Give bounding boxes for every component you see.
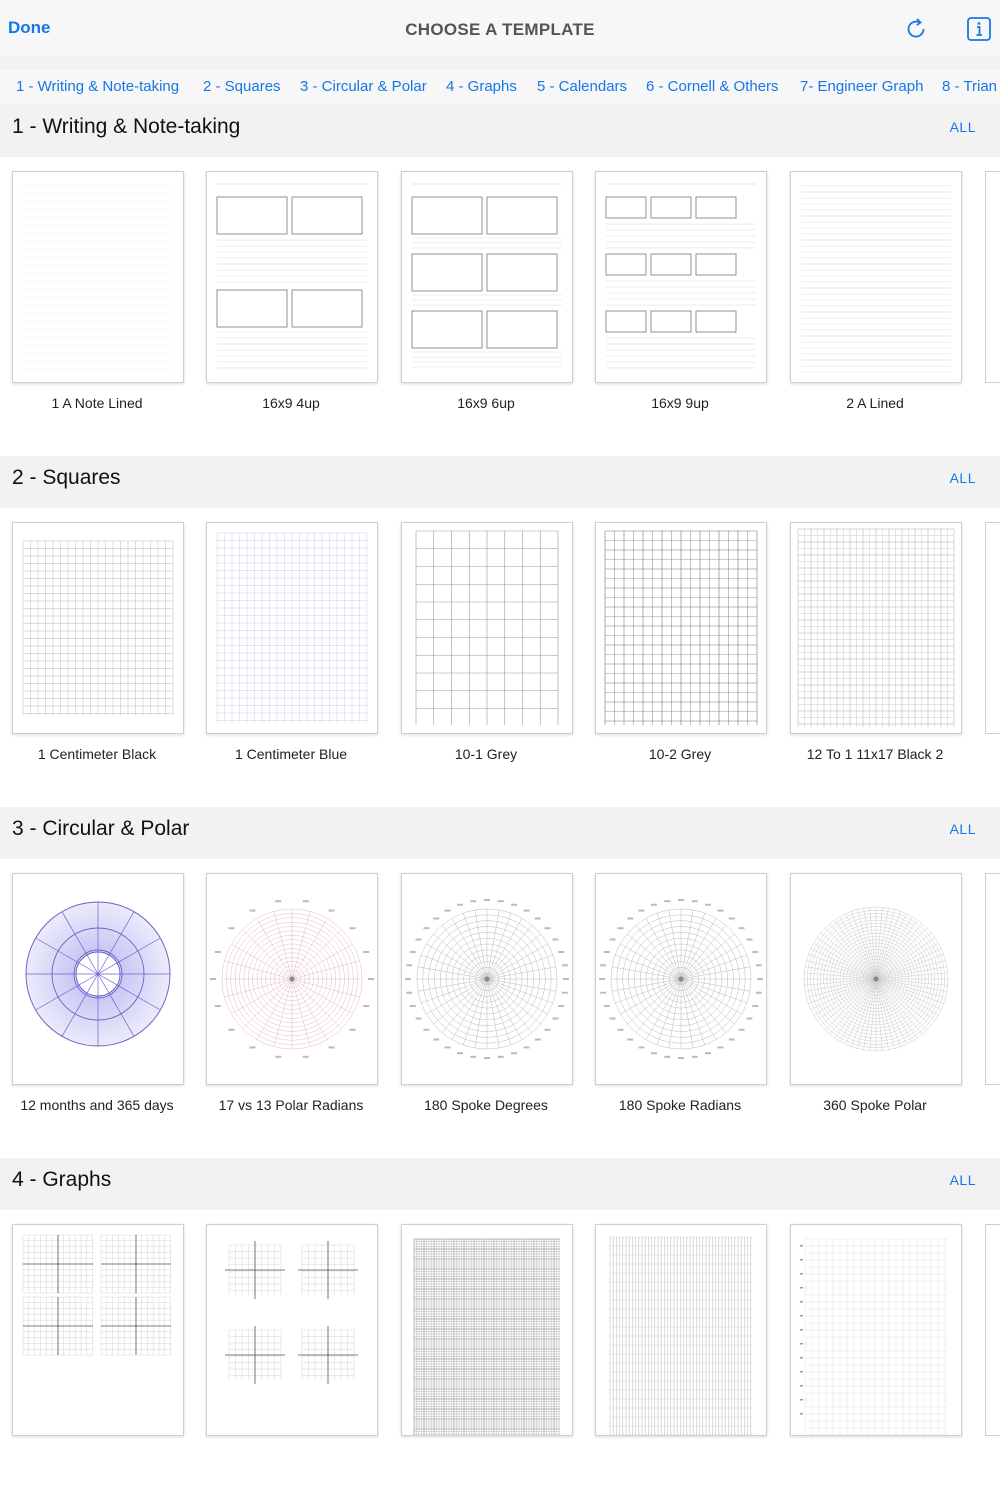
template-thumbnail [25,901,171,1047]
page-title: CHOOSE A TEMPLATE [405,20,595,39]
section-header: 2 - Squares ALL [0,456,1000,508]
template-label: 180 Spoke Radians [618,1097,742,1113]
template-thumbnail [609,1236,752,1435]
template-card-partial[interactable] [985,1224,1000,1436]
template-card-partial[interactable] [985,171,1000,383]
all-link[interactable]: ALL [950,821,976,837]
template-label: 16x9 4up [262,395,320,411]
template-card[interactable] [206,522,378,734]
template-label: 12 months and 365 days [20,1097,174,1113]
template-thumbnail [604,530,758,725]
tab-triangles[interactable]: 8 - Trian [942,78,997,95]
template-thumbnail [225,1241,358,1384]
tab-circular-polar[interactable]: 3 - Circular & Polar [300,78,427,95]
top-bar: Done CHOOSE A TEMPLATE [0,0,1000,56]
template-card-partial[interactable] [985,873,1000,1085]
tab-writing[interactable]: 1 - Writing & Note-taking [16,78,179,95]
section-title: 3 - Circular & Polar [12,817,190,840]
template-card[interactable] [12,522,184,734]
template-label: 10-2 Grey [648,746,712,762]
template-card[interactable] [595,171,767,383]
template-label: 1 Centimeter Blue [234,746,348,762]
template-thumbnail [22,540,174,715]
template-label: 10-1 Grey [454,746,518,762]
template-label: 12 To 1 11x17 Black 2 [806,746,944,762]
template-label: 1 Centimeter Black [37,746,157,762]
template-thumbnail [599,899,763,1059]
template-label: 16x9 9up [651,395,709,411]
template-thumbnail [801,185,951,373]
template-card[interactable] [401,873,573,1085]
section-circular-polar: 3 - Circular & Polar ALL 12 months and 3… [0,807,1000,1158]
tab-graphs[interactable]: 4 - Graphs [446,78,517,95]
template-thumbnail [216,532,368,723]
template-thumbnail [22,1234,171,1356]
template-thumbnail [413,1238,560,1435]
tab-calendars[interactable]: 5 - Calendars [537,78,627,95]
template-label: 360 Spoke Polar [823,1097,927,1113]
template-thumbnail [605,183,756,369]
all-link[interactable]: ALL [950,470,976,486]
template-card[interactable] [206,171,378,383]
section-squares: 2 - Squares ALL 1 Centimeter Black 1 Cen… [0,456,1000,807]
section-writing: 1 - Writing & Note-taking ALL 1 A Note L… [0,105,1000,456]
all-link[interactable]: ALL [950,119,976,135]
section-header: 4 - Graphs ALL [0,1158,1000,1210]
template-card[interactable] [401,1224,573,1436]
template-thumbnail [405,899,569,1059]
section-title: 4 - Graphs [12,1168,112,1191]
template-thumbnail [415,530,559,725]
template-card[interactable] [595,1224,767,1436]
template-card[interactable] [401,522,573,734]
template-label: 1 A Note Lined [51,395,143,411]
template-label: 180 Spoke Degrees [424,1097,548,1113]
section-header: 1 - Writing & Note-taking ALL [0,105,1000,157]
template-card[interactable] [12,873,184,1085]
template-thumbnail [210,900,374,1058]
tab-engineer-graph[interactable]: 7- Engineer Graph [800,78,923,95]
template-card[interactable] [595,873,767,1085]
template-card[interactable] [401,171,573,383]
template-card[interactable] [12,171,184,383]
template-card[interactable] [790,1224,962,1436]
template-card[interactable] [790,522,962,734]
template-label: 17 vs 13 Polar Radians [218,1097,364,1113]
all-link[interactable]: ALL [950,1172,976,1188]
template-card[interactable] [790,171,962,383]
tab-squares[interactable]: 2 - Squares [203,78,281,95]
template-thumbnail [800,1238,947,1435]
template-label: 2 A Lined [846,395,904,411]
template-card-partial[interactable] [985,522,1000,734]
section-title: 2 - Squares [12,466,121,489]
template-card[interactable] [595,522,767,734]
refresh-icon[interactable] [903,16,929,42]
section-title: 1 - Writing & Note-taking [12,115,241,138]
section-header: 3 - Circular & Polar ALL [0,807,1000,859]
template-card[interactable] [12,1224,184,1436]
template-card[interactable] [206,873,378,1085]
category-tabs: 1 - Writing & Note-taking 2 - Squares 3 … [0,70,1000,104]
info-icon[interactable] [966,16,992,42]
template-thumbnail [216,183,367,369]
template-thumbnail [803,906,949,1052]
tab-cornell-others[interactable]: 6 - Cornell & Others [646,78,779,95]
template-thumbnail [797,528,955,727]
template-label: 16x9 6up [457,395,515,411]
template-thumbnail [411,183,562,368]
template-card[interactable] [206,1224,378,1436]
template-thumbnail [21,185,175,371]
template-card[interactable] [790,873,962,1085]
